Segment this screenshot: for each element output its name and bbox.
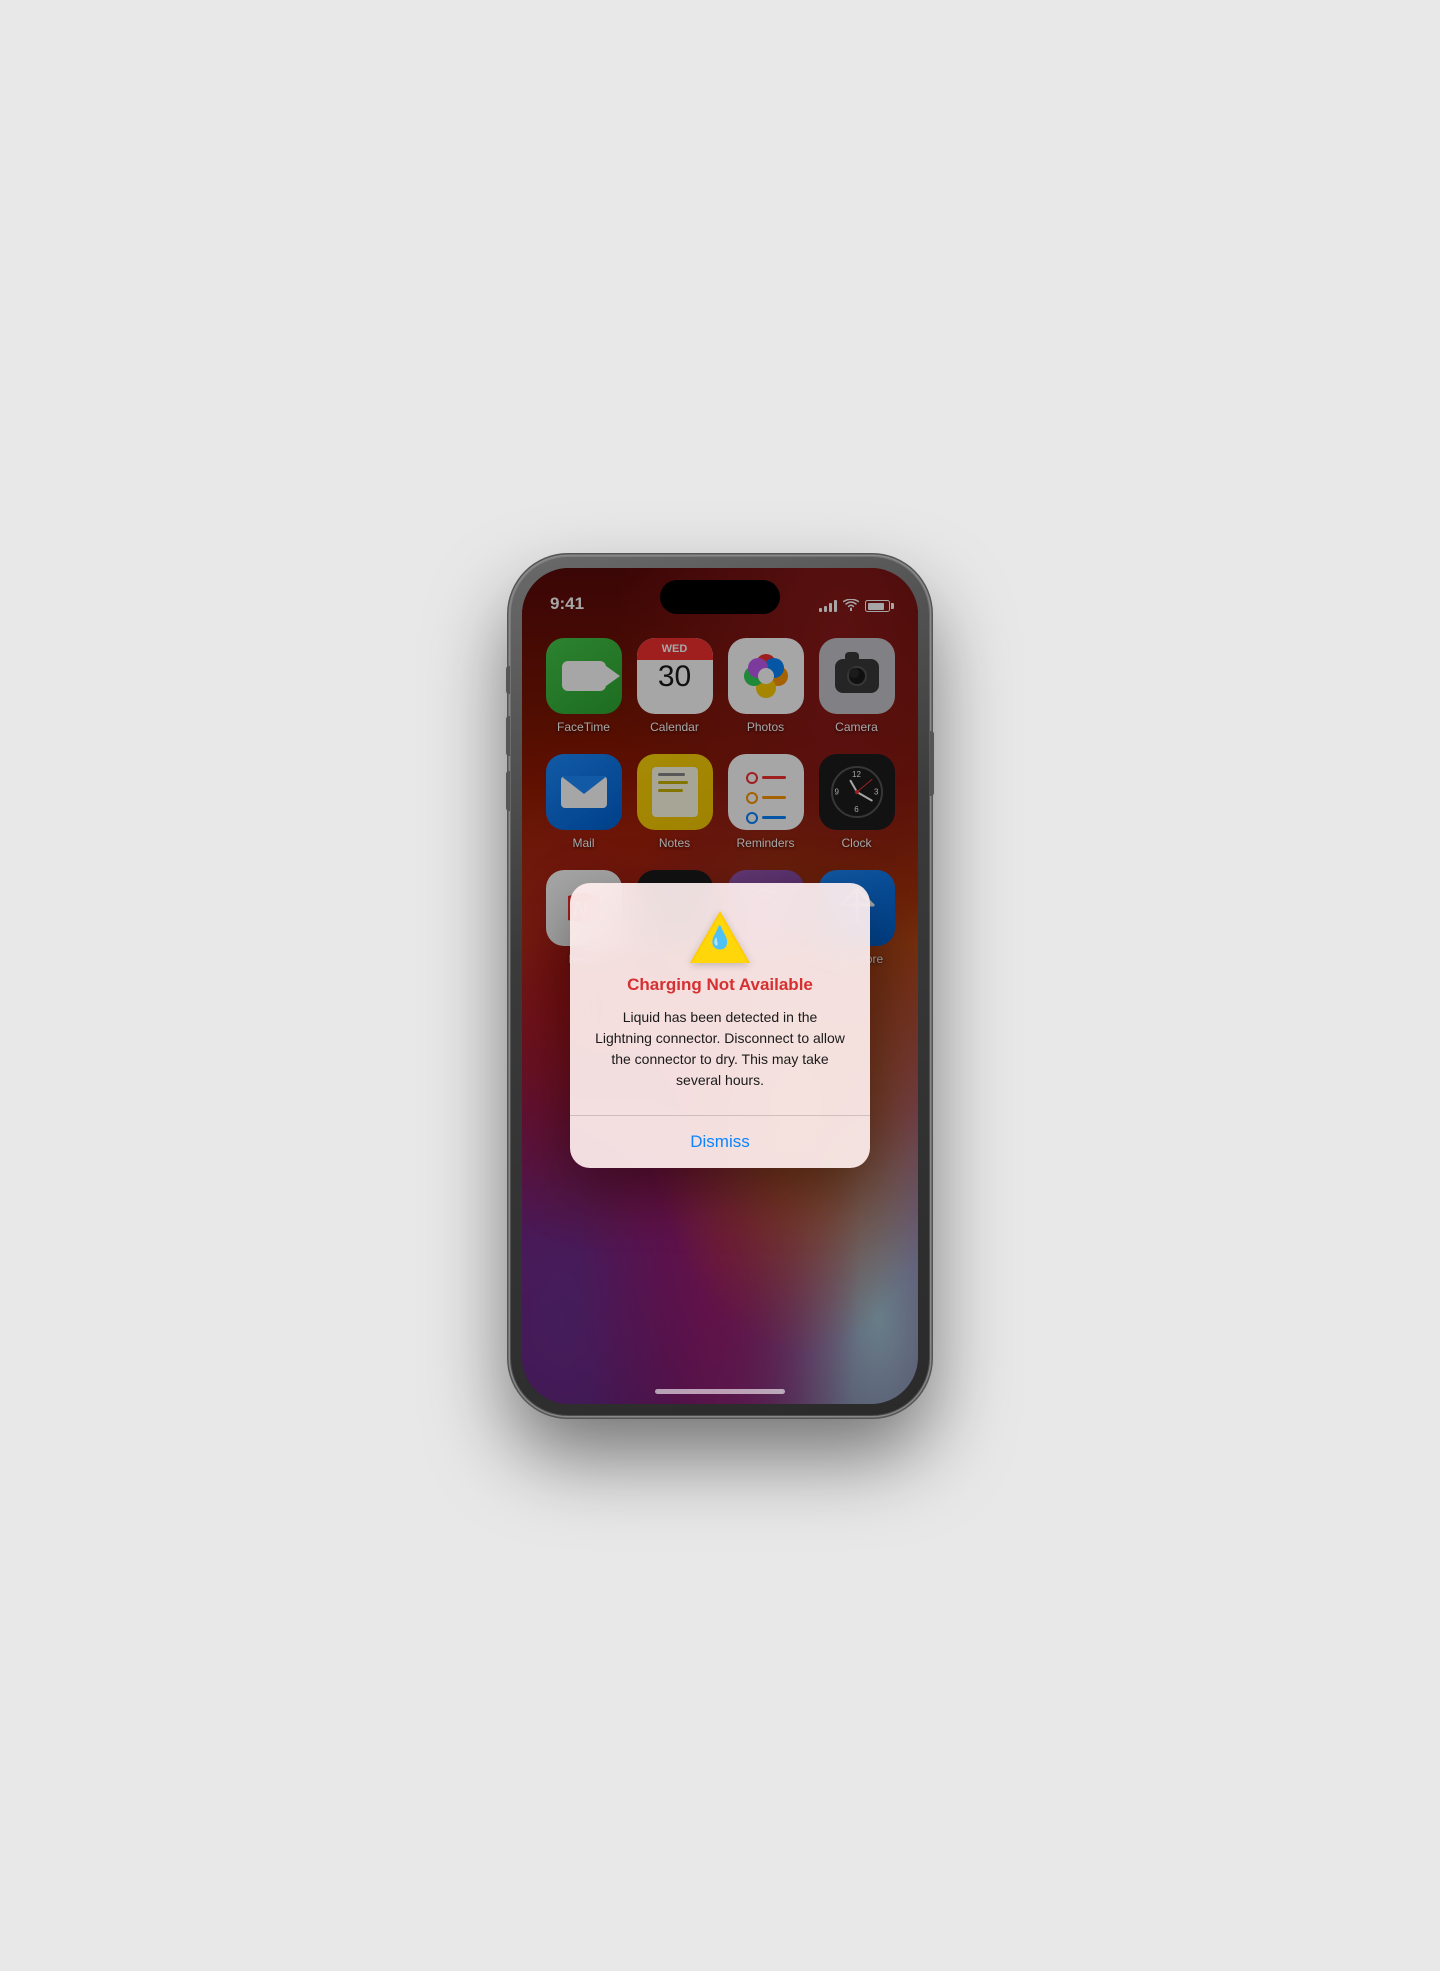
volume-up-button[interactable] (506, 716, 510, 756)
mute-button[interactable] (506, 666, 510, 694)
phone-screen: 9:41 (522, 568, 918, 1404)
water-drop-icon: 💧 (706, 925, 733, 951)
alert-warning-icon: 💧 (690, 911, 750, 963)
volume-down-button[interactable] (506, 771, 510, 811)
dismiss-button[interactable]: Dismiss (570, 1116, 870, 1168)
home-indicator (655, 1389, 785, 1394)
alert-title: Charging Not Available (627, 975, 813, 995)
power-button[interactable] (930, 731, 934, 796)
alert-content: 💧 Charging Not Available Liquid has been… (570, 883, 870, 1115)
alert-overlay: 💧 Charging Not Available Liquid has been… (522, 568, 918, 1404)
alert-dialog: 💧 Charging Not Available Liquid has been… (570, 883, 870, 1168)
phone-wrapper: 9:41 (510, 556, 930, 1416)
alert-message: Liquid has been detected in the Lightnin… (594, 1007, 846, 1091)
